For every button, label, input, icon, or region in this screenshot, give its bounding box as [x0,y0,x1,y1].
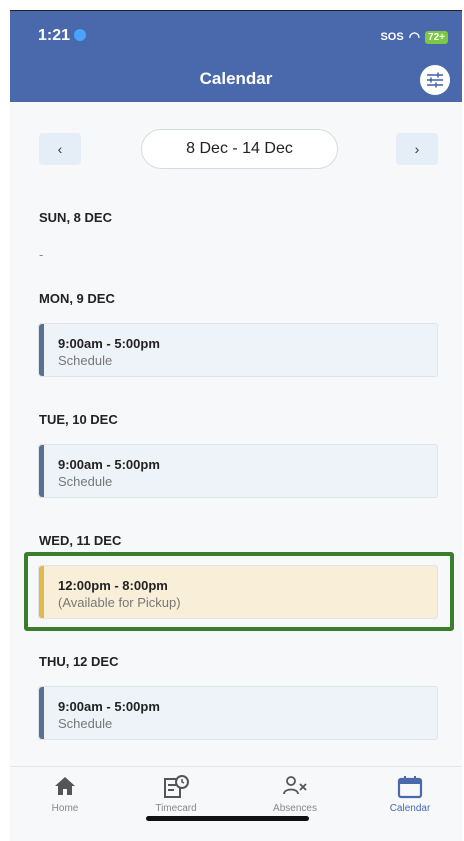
home-indicator [146,816,309,821]
absences-icon [250,775,340,803]
prev-week-button[interactable]: ‹ [39,133,81,165]
status-time: 1:21 [38,27,87,45]
day-label-mon: MON, 9 DEC [39,291,115,306]
tab-calendar[interactable]: Calendar [365,775,455,814]
week-navigator: ‹ 8 Dec - 14 Dec › [10,129,462,169]
status-time-text: 1:21 [38,27,71,44]
home-icon [20,775,110,803]
bottom-tab-bar: Home Timecard Absences Calendar [10,766,462,841]
battery-icon: 72+ [425,30,448,44]
tab-label: Home [51,803,79,814]
tab-label: Timecard [155,803,197,814]
day-label-tue: TUE, 10 DEC [39,412,118,427]
shift-status-bar [39,445,44,497]
shift-card-tue[interactable]: 9:00am - 5:00pm Schedule [38,444,438,498]
shift-card-mon[interactable]: 9:00am - 5:00pm Schedule [38,323,438,377]
app-header: 1:21 SOS ◠ 72+ Calendar [10,11,462,102]
day-label-sun: SUN, 8 DEC [39,210,112,225]
app-screen: 1:21 SOS ◠ 72+ Calendar ‹ 8 Dec - 14 Dec… [10,10,462,841]
filter-button[interactable] [420,65,450,95]
calendar-icon [365,775,455,803]
day-label-wed: WED, 11 DEC [39,533,122,548]
timecard-icon [131,775,221,803]
tab-absences[interactable]: Absences [250,775,340,814]
shift-time: 9:00am - 5:00pm [58,457,160,472]
page-title: Calendar [199,69,273,88]
next-week-button[interactable]: › [396,133,438,165]
shift-time: 9:00am - 5:00pm [58,336,160,351]
shift-type: Schedule [58,474,113,489]
shift-type: Schedule [58,353,113,368]
shift-time: 9:00am - 5:00pm [58,699,160,714]
shift-type: Schedule [58,716,113,731]
wifi-icon: ◠ [408,29,421,44]
shift-status-bar [39,687,44,739]
day-label-thu: THU, 12 DEC [39,654,119,669]
sos-indicator: SOS [380,31,404,43]
tab-timecard[interactable]: Timecard [131,775,221,814]
sliders-icon [427,72,443,88]
tab-home[interactable]: Home [20,775,110,814]
tab-label: Calendar [389,803,431,814]
week-range[interactable]: 8 Dec - 14 Dec [141,129,338,169]
shift-card-thu[interactable]: 9:00am - 5:00pm Schedule [38,686,438,740]
tab-label: Absences [273,803,317,814]
highlight-box [24,552,454,631]
no-shift-placeholder: - [39,247,44,262]
shift-status-bar [39,324,44,376]
status-indicators: SOS ◠ 72+ [380,29,448,45]
location-icon [74,28,87,41]
